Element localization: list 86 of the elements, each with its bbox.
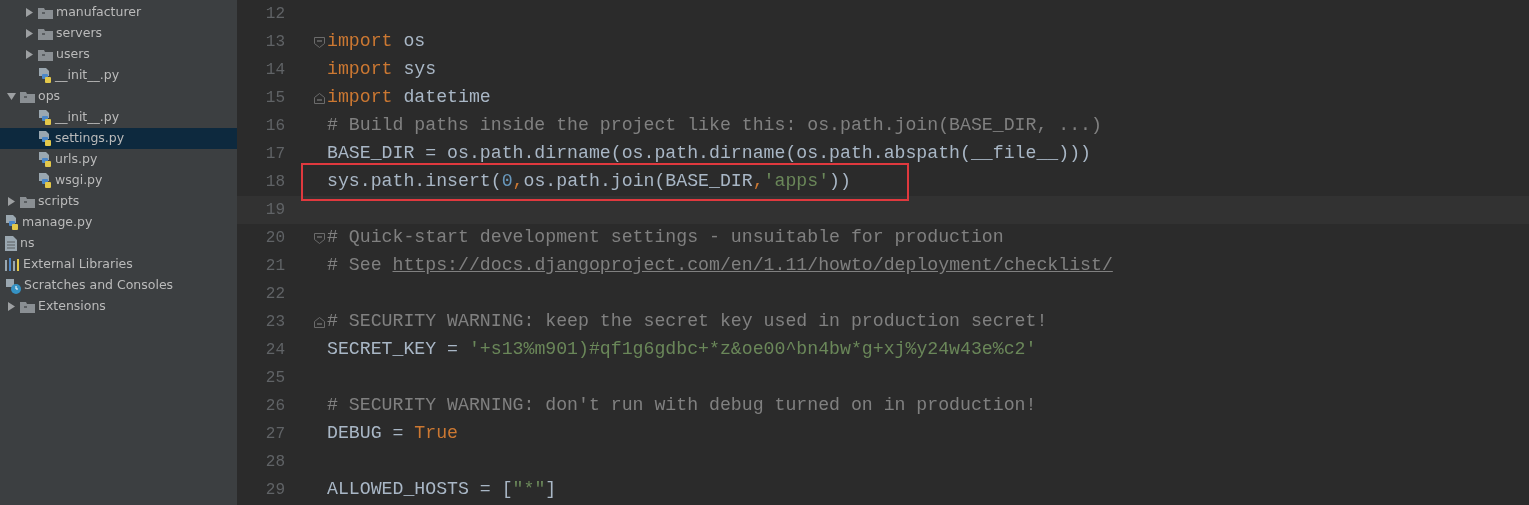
item-label: ns — [20, 234, 35, 253]
folder-icon — [38, 48, 53, 61]
python-file-icon — [38, 67, 52, 84]
python-file-icon — [38, 172, 52, 189]
line-number: 13 — [264, 32, 285, 53]
folder-icon — [20, 300, 35, 313]
line-number: 26 — [264, 396, 285, 417]
line-number: 18 — [264, 172, 285, 193]
item-label: External Libraries — [23, 255, 133, 274]
fold-marker-icon[interactable] — [314, 232, 325, 244]
python-file-icon — [5, 214, 19, 231]
line-number: 21 — [264, 256, 285, 277]
item-label: Extensions — [38, 297, 106, 316]
python-file-icon — [38, 130, 52, 147]
item-label: users — [56, 45, 90, 64]
library-bars-icon — [5, 258, 20, 271]
collapse-arrow-icon[interactable] — [6, 92, 16, 101]
tree-item[interactable]: __init__.py — [0, 107, 237, 128]
code-line: # SECURITY WARNING: keep the secret key used in production secret! — [327, 310, 1048, 334]
line-number: 29 — [264, 480, 285, 501]
item-label: ops — [38, 87, 61, 106]
tree-item[interactable]: manufacturer — [0, 2, 237, 23]
tree-item[interactable]: Scratches and Consoles — [0, 275, 237, 296]
code-line: import os — [327, 30, 426, 54]
fold-marker-icon[interactable] — [314, 316, 325, 328]
line-number: 28 — [264, 452, 285, 473]
python-file-icon — [38, 109, 52, 126]
item-label: manufacturer — [56, 3, 142, 22]
item-label: manage.py — [22, 213, 93, 232]
folder-icon — [38, 6, 53, 19]
tree-item[interactable]: External Libraries — [0, 254, 237, 275]
tree-item[interactable]: scripts — [0, 191, 237, 212]
line-number: 27 — [264, 424, 285, 445]
line-number: 16 — [264, 116, 285, 137]
code-line: import datetime — [327, 86, 491, 110]
link[interactable]: https://docs.djangoproject.com/en/1.11/howto/deployment/checklist/ — [392, 255, 1113, 276]
text-file-icon — [5, 236, 17, 251]
code-line: # Build paths inside the project like this: os.path.join(BASE_DIR, ...) — [327, 114, 1102, 138]
tree-item[interactable]: ops — [0, 86, 237, 107]
tree-item[interactable]: manage.py — [0, 212, 237, 233]
code-line: BASE_DIR = os.path.dirname(os.path.dirname(os.path.abspath(__file__))) — [327, 142, 1091, 166]
line-number: 17 — [264, 144, 285, 165]
item-label: __init__.py — [55, 108, 120, 127]
folder-icon — [20, 195, 35, 208]
python-file-icon — [38, 151, 52, 168]
tree-item[interactable]: servers — [0, 23, 237, 44]
expand-arrow-icon[interactable] — [24, 29, 34, 38]
line-number: 24 — [264, 340, 285, 361]
tree-item[interactable]: settings.py — [0, 128, 237, 149]
tree-item[interactable]: Extensions — [0, 296, 237, 317]
folder-icon — [38, 27, 53, 40]
code-line: # SECURITY WARNING: don't run with debug turned on in production! — [327, 394, 1037, 418]
tree-item[interactable]: __init__.py — [0, 65, 237, 86]
item-label: scripts — [38, 192, 80, 211]
code-line: # Quick-start development settings - unsuitable for production — [327, 226, 1004, 250]
expand-arrow-icon[interactable] — [6, 197, 16, 206]
code-line: SECRET_KEY = '+s13%m901)#qf1g6gdbc+*z&oe00^bn4bw*g+xj%y24w43e%c2' — [327, 338, 1037, 362]
code-line: import sys — [327, 58, 437, 82]
fold-marker-icon[interactable] — [314, 92, 325, 104]
line-number: 20 — [264, 228, 285, 249]
line-number: 14 — [264, 60, 285, 81]
code-line: # See https://docs.djangoproject.com/en/1.11/howto/deployment/checklist/ — [327, 254, 1113, 278]
item-label: __init__.py — [55, 66, 120, 85]
code-line: sys.path.insert(0,os.path.join(BASE_DIR,'apps')) — [327, 170, 851, 194]
code-line: ALLOWED_HOSTS = ["*"] — [327, 478, 557, 502]
tree-item[interactable]: ns — [0, 233, 237, 254]
code-line: DEBUG = True — [327, 422, 458, 446]
tree-item[interactable]: urls.py — [0, 149, 237, 170]
line-number: 25 — [264, 368, 285, 389]
item-label: settings.py — [55, 129, 125, 148]
line-number: 12 — [264, 4, 285, 25]
folder-icon — [20, 90, 35, 103]
expand-arrow-icon[interactable] — [24, 50, 34, 59]
item-label: servers — [56, 24, 103, 43]
item-label: Scratches and Consoles — [24, 276, 174, 295]
line-number: 23 — [264, 312, 285, 333]
fold-marker-icon[interactable] — [314, 36, 325, 48]
item-label: wsgi.py — [55, 171, 103, 190]
expand-arrow-icon[interactable] — [6, 302, 16, 311]
scratch-clock-icon — [5, 277, 21, 294]
tree-item[interactable]: wsgi.py — [0, 170, 237, 191]
tree-item[interactable]: users — [0, 44, 237, 65]
item-label: urls.py — [55, 150, 98, 169]
line-number: 22 — [264, 284, 285, 305]
expand-arrow-icon[interactable] — [24, 8, 34, 17]
line-number: 15 — [264, 88, 285, 109]
